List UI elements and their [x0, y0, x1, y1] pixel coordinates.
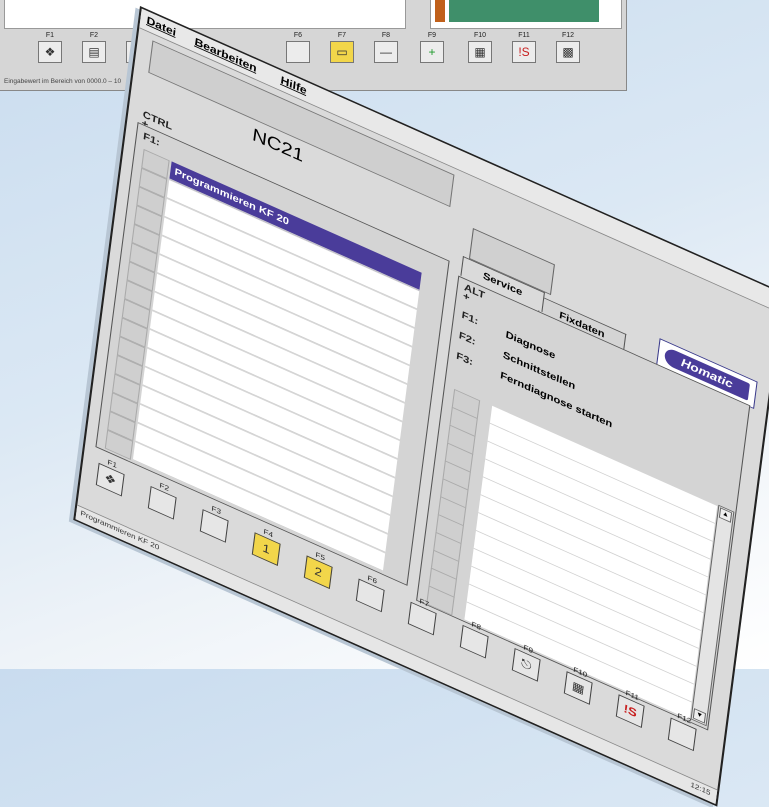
graphic-bar: [435, 0, 445, 22]
f1-key-label: F1:: [142, 131, 161, 149]
background-status: Eingabewert im Bereich von 0000.0 – 10: [4, 78, 122, 85]
program-list-panel: F1: Programmieren KF 20: [95, 121, 450, 586]
bg-fkey-f12[interactable]: F12 ▩: [548, 32, 588, 63]
bg-fkey-label: F7: [337, 32, 347, 39]
bg-fkey-label: F11: [518, 32, 530, 39]
bg-fkey-f10[interactable]: F10 ▦: [460, 32, 500, 63]
alt-modifier-label: ALT +: [462, 282, 486, 304]
bg-fkey-label: F6: [293, 32, 303, 39]
clock: 12:15: [689, 780, 712, 798]
bg-fkey-f8[interactable]: F8 —: [366, 32, 406, 63]
bg-fkey-f1[interactable]: F1 ❖: [30, 32, 70, 63]
cabinet-icon: ▤: [82, 41, 106, 63]
folder-icon: ▭: [330, 41, 354, 63]
bg-fkey-f6[interactable]: F6: [278, 32, 318, 63]
background-graphic: [430, 0, 622, 29]
grid-icon: ▦: [468, 41, 492, 63]
background-canvas: [4, 0, 406, 29]
bg-fkey-f11[interactable]: F11 !S: [504, 32, 544, 63]
graphic-area: [449, 0, 599, 22]
background-fkey-row: F1❖F2▤F3▤F6F7▭F8—F9+F10▦F11!SF12▩: [0, 32, 626, 78]
bg-fkey-label: F1: [45, 32, 55, 39]
blank-icon: [286, 41, 310, 63]
background-window: F1❖F2▤F3▤F6F7▭F8—F9+F10▦F11!SF12▩ Eingab…: [0, 0, 627, 91]
bg-fkey-f7[interactable]: F7 ▭: [322, 32, 362, 63]
keyboard-icon: ▩: [556, 41, 580, 63]
minus-icon: —: [374, 41, 398, 63]
book-icon: ❖: [38, 41, 62, 63]
bg-fkey-label: F12: [561, 32, 575, 39]
bg-fkey-label: F2: [89, 32, 99, 39]
bg-fkey-f2[interactable]: F2 ▤: [74, 32, 114, 63]
scroll-up-icon[interactable]: ▲: [718, 507, 733, 523]
bg-fkey-label: F8: [381, 32, 391, 39]
plus-icon: +: [420, 41, 444, 63]
status-text: Programmieren KF 20: [80, 508, 160, 552]
main-window: Datei Bearbeiten Hilfe NC21 CTRL + F1: P…: [73, 6, 769, 807]
escape-icon: !S: [512, 41, 536, 63]
bg-fkey-label: F9: [427, 32, 437, 39]
bg-fkey-label: F10: [473, 32, 487, 39]
bg-fkey-f9[interactable]: F9 +: [412, 32, 452, 63]
